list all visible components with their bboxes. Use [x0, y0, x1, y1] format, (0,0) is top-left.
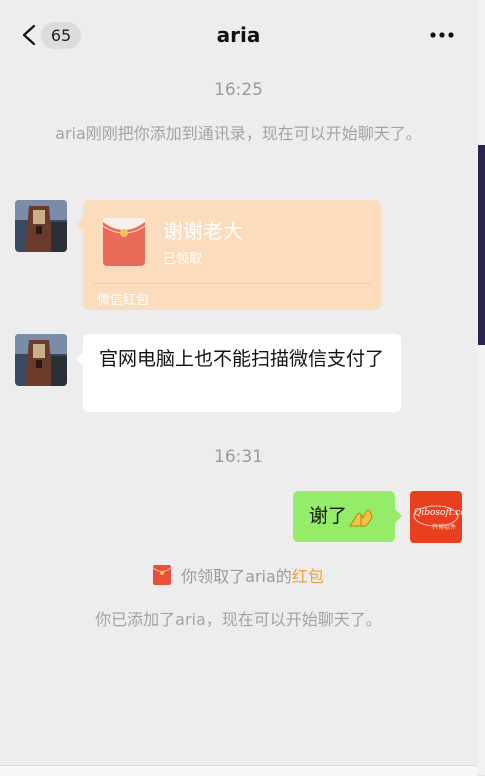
incoming-message-bubble[interactable]: 官网电脑上也不能扫描微信支付了 [76, 334, 401, 412]
logo-text: Qibosoft.com [414, 508, 462, 518]
red-packet-link[interactable]: 红包 [292, 563, 324, 587]
red-packet-footer: 微信红包 [97, 293, 150, 308]
bottom-bar [0, 765, 477, 776]
notice-text: 你领取了aria的 [181, 567, 292, 586]
outgoing-message-bubble[interactable]: 谢了 [293, 491, 402, 542]
red-envelope-icon [153, 565, 172, 585]
red-packet-status: 已领取 [163, 252, 203, 267]
red-packet-card[interactable]: 谢谢老大 已领取 微信红包 [76, 200, 381, 310]
chat-header: 65 aria [0, 8, 477, 62]
red-packet-received-notice: 你领取了aria的 红包 [0, 563, 477, 587]
divider [93, 283, 371, 284]
contact-avatar[interactable] [15, 334, 67, 386]
chat-title: aria [216, 23, 261, 47]
bubble-tail [76, 218, 83, 232]
clasped-hands-emoji-icon [349, 509, 373, 527]
red-packet-title: 谢谢老大 [163, 219, 243, 243]
contact-avatar[interactable] [15, 200, 67, 252]
timestamp: 16:31 [214, 447, 263, 467]
message-text: 谢了 [309, 505, 348, 527]
red-envelope-icon [103, 218, 145, 266]
bubble-tail [76, 352, 83, 366]
message-text: 官网电脑上也不能扫描微信支付了 [99, 348, 385, 370]
chat-screen: 65 aria 16:25 aria刚刚把你添加到通讯录，现在可以开始聊天了。 … [0, 0, 477, 775]
system-message: aria刚刚把你添加到通讯录，现在可以开始聊天了。 [55, 124, 422, 143]
background-edge [477, 0, 485, 775]
logo-subtext: 齐博软件 [432, 524, 457, 531]
more-options-icon[interactable] [428, 24, 456, 46]
self-avatar[interactable]: Qibosoft.com 齐博软件 [410, 491, 462, 543]
background-strip [478, 145, 485, 345]
bubble-tail [395, 509, 402, 523]
system-message: 你已添加了aria，现在可以开始聊天了。 [95, 610, 382, 629]
timestamp: 16:25 [214, 80, 263, 100]
